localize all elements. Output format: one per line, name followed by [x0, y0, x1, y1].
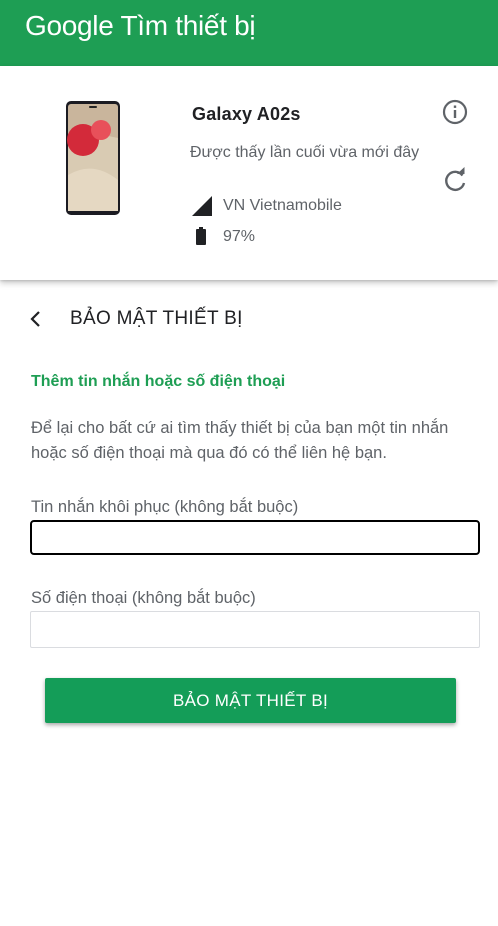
phone-number-input[interactable]: [30, 611, 480, 648]
device-image: [66, 101, 120, 215]
back-arrow-icon[interactable]: [27, 307, 45, 331]
recovery-message-input[interactable]: [30, 520, 480, 555]
form-description: Để lại cho bất cứ ai tìm thấy thiết bị c…: [31, 419, 449, 462]
device-card: Galaxy A02s Được thấy lần cuối vừa mới đ…: [0, 66, 498, 280]
battery-level: 97%: [223, 228, 256, 245]
section-title: BẢO MẬT THIẾT BỊ: [70, 308, 243, 329]
device-name: Galaxy A02s: [192, 104, 301, 124]
battery-icon: [196, 227, 206, 245]
form-subheading: Thêm tin nhắn hoặc số điện thoại: [31, 373, 286, 390]
signal-icon: [192, 196, 212, 216]
secure-device-button[interactable]: BẢO MẬT THIẾT BỊ: [45, 678, 456, 723]
last-seen-status: Được thấy lần cuối vừa mới đây: [190, 144, 420, 161]
phone-number-label: Số điện thoại (không bắt buộc): [31, 589, 256, 607]
app-title: Google Tìm thiết bị: [25, 10, 256, 41]
info-icon[interactable]: [440, 97, 470, 127]
top-app-bar: Google Tìm thiết bị: [0, 0, 498, 66]
refresh-icon[interactable]: [440, 166, 470, 196]
carrier-name: VN Vietnamobile: [223, 197, 342, 214]
recovery-message-label: Tin nhắn khôi phục (không bắt buộc): [31, 498, 299, 516]
